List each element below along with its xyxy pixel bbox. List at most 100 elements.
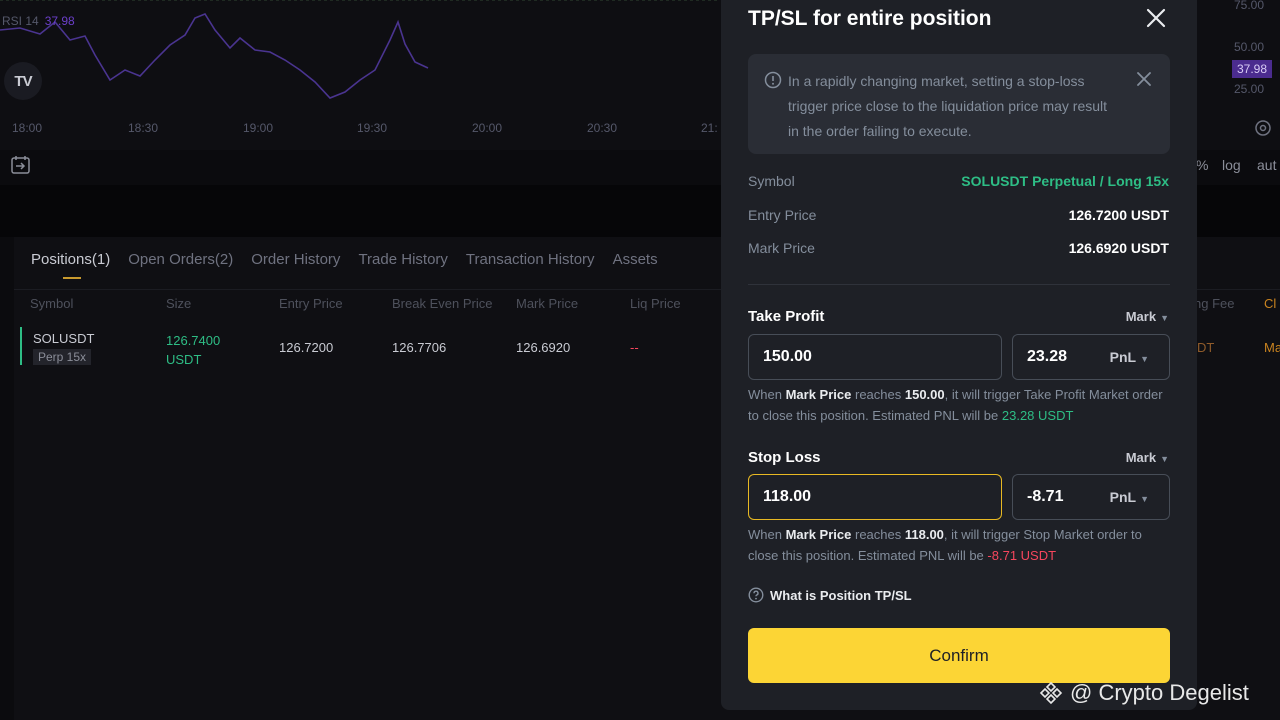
settings-icon[interactable]	[1254, 119, 1272, 137]
chevron-down-icon: ▼	[1160, 454, 1169, 464]
column-header-size[interactable]: Size	[166, 296, 191, 311]
pnl-unit-label: PnL	[1109, 349, 1137, 365]
time-tick: 18:00	[12, 121, 43, 135]
time-tick: 19:00	[243, 121, 274, 135]
tab-positions[interactable]: Positions(1)	[31, 251, 110, 279]
chevron-down-icon: ▼	[1140, 494, 1149, 504]
hint-estimated-pnl: 23.28 USDT	[1001, 408, 1074, 423]
symbol-value: SOLUSDT Perpetual / Long 15x	[961, 173, 1169, 189]
take-profit-pnl-unit-select[interactable]: PnL ▼	[1110, 349, 1149, 365]
modal-title: TP/SL for entire position	[748, 7, 992, 30]
mark-price-label: Mark Price	[748, 240, 815, 256]
notice-text: In a rapidly changing market, setting a …	[788, 73, 1108, 139]
tpsl-modal: TP/SL for entire position In a rapidly c…	[721, 0, 1197, 710]
tab-open-orders[interactable]: Open Orders(2)	[128, 251, 233, 268]
hint-mark-price: Mark Price	[785, 387, 852, 402]
column-header-funding-fee[interactable]: ng Fee	[1194, 296, 1234, 311]
symbol-label: Symbol	[748, 173, 795, 189]
take-profit-price-input[interactable]	[748, 334, 1002, 380]
watermark-text: @ Crypto Degelist	[1070, 680, 1249, 705]
pnl-unit-label: PnL	[1109, 489, 1137, 505]
column-header-symbol[interactable]: Symbol	[30, 296, 73, 311]
column-header-mark-price[interactable]: Mark Price	[516, 296, 578, 311]
stop-loss-pnl-field: PnL▼	[1012, 474, 1170, 520]
tab-order-history[interactable]: Order History	[251, 251, 340, 268]
chevron-down-icon: ▼	[1160, 313, 1169, 323]
tab-transaction-history[interactable]: Transaction History	[466, 251, 595, 268]
watermark: @ Crypto Degelist	[1038, 680, 1249, 706]
take-profit-hint: When Mark Price reaches 150.00, it will …	[748, 384, 1168, 426]
perp-leverage-badge: Perp 15x	[33, 349, 92, 365]
stop-loss-pnl-input[interactable]	[1013, 475, 1103, 519]
tab-trade-history[interactable]: Trade History	[358, 251, 447, 268]
take-profit-trigger-label: Mark	[1125, 309, 1157, 324]
column-header-break-even-price[interactable]: Break Even Price	[392, 296, 492, 311]
position-mark-price: 126.6920	[516, 340, 571, 355]
tab-assets[interactable]: Assets	[613, 251, 658, 268]
hint-trigger-price: 150.00	[904, 387, 945, 402]
mark-price-value: 126.6920 USDT	[1068, 240, 1169, 256]
position-close-action[interactable]: Ma	[1264, 340, 1280, 355]
hint-estimated-pnl: -8.71 USDT	[987, 548, 1057, 563]
axis-tick: 25.00	[1234, 82, 1265, 96]
rsi-name: RSI 14	[2, 14, 39, 28]
position-break-even-price: 126.7706	[392, 340, 447, 355]
position-entry-price: 126.7200	[279, 340, 334, 355]
time-tick: 21:	[701, 121, 718, 135]
close-icon[interactable]	[1144, 6, 1168, 30]
position-funding-fee: DT	[1197, 340, 1215, 355]
rsi-label: RSI 14 37.98	[2, 14, 75, 28]
tradingview-logo[interactable]: TV	[4, 62, 42, 100]
time-tick: 20:00	[472, 121, 503, 135]
stop-loss-pnl-unit-select[interactable]: PnL ▼	[1110, 489, 1149, 505]
help-link[interactable]: What is Position TP/SL	[748, 587, 912, 603]
stop-loss-title: Stop Loss	[748, 449, 821, 466]
rsi-line-chart	[0, 0, 720, 99]
hint-text: When	[748, 527, 782, 542]
confirm-button[interactable]: Confirm	[748, 628, 1170, 683]
chevron-down-icon: ▼	[1140, 354, 1149, 364]
rsi-value: 37.98	[44, 14, 75, 28]
hint-text: reaches	[854, 527, 902, 542]
column-header-liq-price[interactable]: Liq Price	[630, 296, 681, 311]
info-icon	[764, 71, 782, 89]
position-size-unit: USDT	[166, 352, 202, 367]
question-icon	[748, 587, 764, 603]
take-profit-trigger-select[interactable]: Mark ▼	[1126, 309, 1169, 324]
time-tick: 19:30	[357, 121, 388, 135]
time-tick: 18:30	[128, 121, 159, 135]
percent-scale-toggle[interactable]: %	[1196, 157, 1208, 173]
entry-price-label: Entry Price	[748, 207, 817, 223]
auto-scale-toggle[interactable]: aut	[1257, 157, 1276, 173]
stop-loss-trigger-select[interactable]: Mark ▼	[1126, 450, 1169, 465]
rsi-axis-badge: 37.98	[1231, 60, 1272, 78]
axis-tick: 50.00	[1234, 40, 1265, 54]
stop-loss-hint: When Mark Price reaches 118.00, it will …	[748, 524, 1168, 566]
binance-logo-icon	[1039, 681, 1063, 705]
calendar-icon[interactable]	[10, 154, 32, 176]
column-header-close[interactable]: Cl	[1264, 296, 1276, 311]
position-liq-price: --	[630, 340, 639, 355]
warning-notice: In a rapidly changing market, setting a …	[748, 54, 1170, 154]
take-profit-pnl-input[interactable]	[1013, 335, 1103, 379]
axis-tick: 75.00	[1234, 0, 1265, 12]
take-profit-pnl-field: PnL▼	[1012, 334, 1170, 380]
positions-tabs: Positions(1) Open Orders(2) Order Histor…	[31, 251, 658, 279]
take-profit-title: Take Profit	[748, 308, 825, 325]
log-scale-toggle[interactable]: log	[1222, 157, 1241, 173]
help-link-text: What is Position TP/SL	[770, 587, 912, 603]
position-symbol[interactable]: SOLUSDT	[33, 331, 94, 346]
hint-text: reaches	[854, 387, 902, 402]
hint-trigger-price: 118.00	[904, 527, 944, 542]
position-size-cell: 126.7400 USDT	[166, 331, 220, 369]
stop-loss-price-input[interactable]	[748, 474, 1002, 520]
stop-loss-trigger-label: Mark	[1125, 450, 1157, 465]
hint-mark-price: Mark Price	[785, 527, 852, 542]
position-size-value: 126.7400	[166, 333, 221, 348]
modal-divider	[748, 284, 1170, 285]
position-symbol-cell: SOLUSDT Perp 15x	[33, 331, 94, 365]
notice-close-icon[interactable]	[1136, 71, 1152, 87]
entry-price-value: 126.7200 USDT	[1068, 207, 1169, 223]
time-tick: 20:30	[587, 121, 618, 135]
column-header-entry-price[interactable]: Entry Price	[279, 296, 343, 311]
